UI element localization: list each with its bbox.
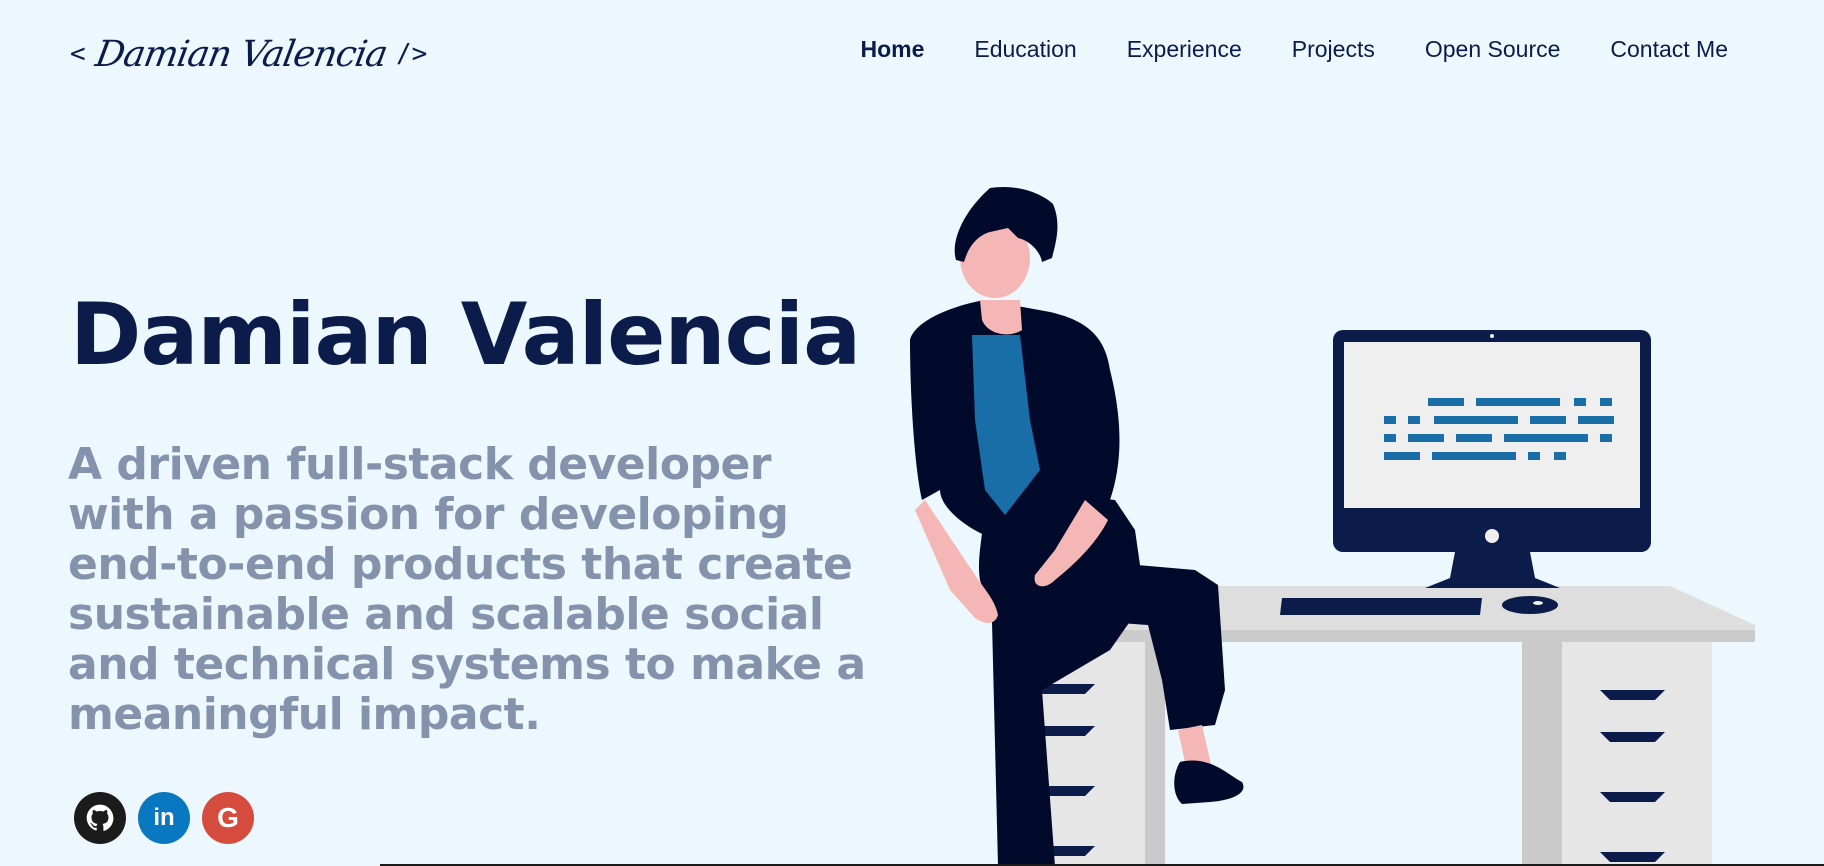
main-nav: Home Education Experience Projects Open …	[860, 36, 1728, 63]
nav-education[interactable]: Education	[974, 36, 1076, 63]
developer-illustration	[910, 186, 1755, 866]
logo-signature: Damian Valencia	[92, 33, 390, 75]
nav-home[interactable]: Home	[860, 36, 924, 63]
page: < Damian Valencia /> Home Education Expe…	[0, 0, 1824, 866]
nav-projects[interactable]: Projects	[1292, 36, 1375, 63]
hero-title: Damian Valencia	[70, 285, 861, 385]
social-links: in G	[74, 792, 254, 844]
google-icon: G	[217, 802, 239, 833]
linkedin-icon: in	[153, 804, 175, 831]
monitor-illustration	[1280, 330, 1651, 615]
linkedin-button[interactable]: in	[138, 792, 190, 844]
github-button[interactable]	[74, 792, 126, 844]
logo-close-bracket: />	[396, 39, 428, 69]
google-button[interactable]: G	[202, 792, 254, 844]
github-icon	[86, 804, 114, 831]
nav-contact-me[interactable]: Contact Me	[1610, 36, 1728, 63]
nav-experience[interactable]: Experience	[1127, 36, 1242, 63]
site-logo[interactable]: < Damian Valencia />	[70, 24, 427, 84]
hero-subtitle: A driven full-stack developer with a pas…	[68, 439, 866, 740]
logo-open-bracket: <	[70, 39, 86, 69]
nav-open-source[interactable]: Open Source	[1425, 36, 1561, 63]
